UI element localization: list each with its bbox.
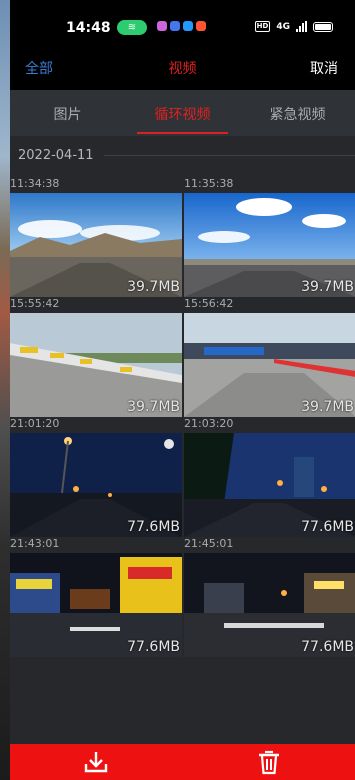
action-bar [10, 744, 355, 780]
video-time: 11:34:38 [10, 177, 60, 190]
video-time: 21:01:20 [10, 417, 60, 430]
status-right: HD 4G [254, 21, 333, 32]
video-thumbnail[interactable]: 39.7MB [184, 193, 355, 297]
notification-icons [157, 21, 206, 31]
status-time: 14:48 [66, 20, 111, 36]
video-thumbnail[interactable]: 39.7MB [184, 313, 355, 417]
notification-app-icon [183, 21, 193, 31]
video-item[interactable]: 21:43:01 77.6MB [10, 537, 182, 657]
video-thumbnail[interactable]: 39.7MB [10, 193, 182, 297]
status-bar: 14:48 ≋ HD 4G [10, 0, 355, 40]
video-item[interactable]: 15:55:42 39.7MB [10, 297, 182, 417]
video-list: 2022-04-11 11:34:38 39.7MB 11:35:38 39.7… [10, 136, 355, 744]
hd-badge: HD [254, 21, 271, 32]
video-thumbnail[interactable]: 77.6MB [10, 433, 182, 537]
video-thumbnail[interactable]: 77.6MB [10, 553, 182, 657]
notification-app-icon [170, 21, 180, 31]
divider [103, 155, 355, 156]
video-item[interactable]: 21:03:20 77.6MB [184, 417, 355, 537]
signal-icon [296, 21, 307, 32]
hotspot-icon: ≋ [117, 20, 147, 35]
video-time: 15:55:42 [10, 297, 60, 310]
video-time: 21:45:01 [184, 537, 234, 550]
video-item[interactable]: 21:01:20 77.6MB [10, 417, 182, 537]
tab-photos[interactable]: 图片 [10, 90, 125, 136]
video-item[interactable]: 11:35:38 39.7MB [184, 177, 355, 297]
cancel-button[interactable]: 取消 [310, 58, 338, 78]
video-size: 77.6MB [127, 639, 180, 655]
phone-screen: 14:48 ≋ HD 4G 全部 视频 取消 图片 循环视频 紧急视频 2022… [10, 0, 355, 780]
video-time: 21:43:01 [10, 537, 60, 550]
video-time: 21:03:20 [184, 417, 234, 430]
video-time: 11:35:38 [184, 177, 234, 190]
date-header: 2022-04-11 [18, 148, 355, 163]
selection-indicator[interactable] [164, 439, 174, 449]
video-thumbnail[interactable]: 39.7MB [10, 313, 182, 417]
video-item[interactable]: 21:45:01 77.6MB [184, 537, 355, 657]
tab-emergency-videos[interactable]: 紧急视频 [240, 90, 355, 136]
video-time: 15:56:42 [184, 297, 234, 310]
video-size: 77.6MB [127, 519, 180, 535]
video-thumbnail[interactable]: 77.6MB [184, 433, 355, 537]
nav-header: 全部 视频 取消 [10, 40, 355, 90]
video-size: 39.7MB [301, 279, 354, 295]
video-size: 77.6MB [301, 519, 354, 535]
video-size: 39.7MB [301, 399, 354, 415]
delete-button[interactable] [249, 746, 289, 778]
network-label: 4G [276, 21, 290, 32]
video-item[interactable]: 15:56:42 39.7MB [184, 297, 355, 417]
video-item[interactable]: 11:34:38 39.7MB [10, 177, 182, 297]
download-icon [85, 752, 108, 773]
background-edge [0, 0, 10, 780]
notification-app-icon [196, 21, 206, 31]
battery-icon [313, 21, 333, 32]
date-label: 2022-04-11 [18, 148, 94, 163]
trash-icon [258, 750, 279, 775]
video-size: 39.7MB [127, 279, 180, 295]
video-size: 39.7MB [127, 399, 180, 415]
video-size: 77.6MB [301, 639, 354, 655]
tab-bar: 图片 循环视频 紧急视频 [10, 90, 355, 136]
notification-app-icon [157, 21, 167, 31]
page-title: 视频 [168, 61, 197, 77]
video-thumbnail[interactable]: 77.6MB [184, 553, 355, 657]
download-button[interactable] [76, 746, 116, 778]
tab-loop-videos[interactable]: 循环视频 [125, 90, 240, 136]
